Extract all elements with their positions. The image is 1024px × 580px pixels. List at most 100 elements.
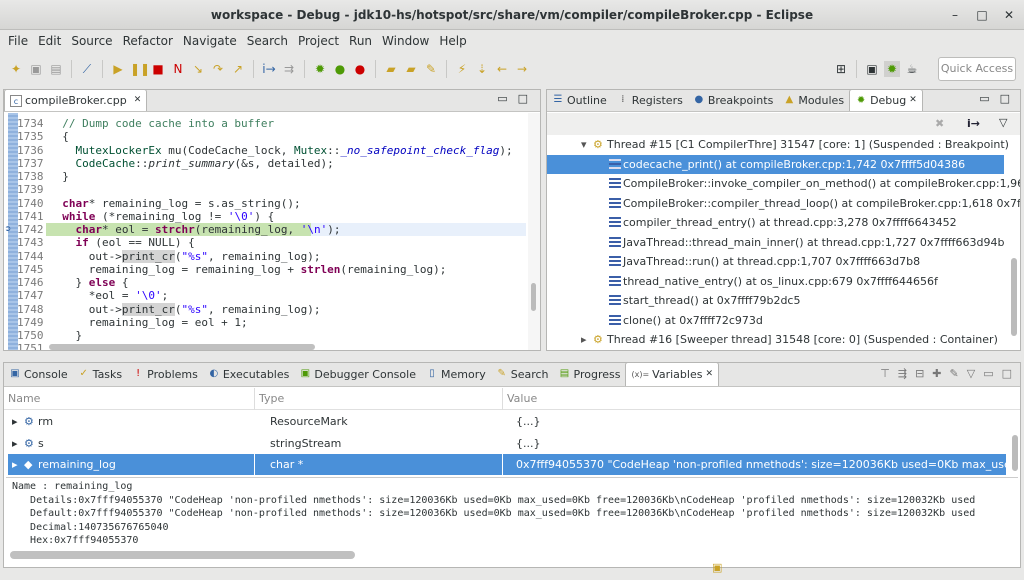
show-logical-structure-icon[interactable]: ⇶ <box>898 367 907 380</box>
forward-icon[interactable]: → <box>514 61 530 77</box>
close-tab-icon[interactable]: ✕ <box>909 90 917 111</box>
tab-debug[interactable]: ✹ Debug ✕ <box>849 90 923 111</box>
step-into-icon[interactable]: ↘ <box>190 61 206 77</box>
tab-modules[interactable]: ▲ Modules <box>778 90 849 111</box>
back-icon[interactable]: ← <box>494 61 510 77</box>
stack-frame[interactable]: CompileBroker::invoke_compiler_on_method… <box>547 174 1020 193</box>
maximize-icon[interactable]: □ <box>518 92 528 105</box>
stack-frame[interactable]: CompileBroker::compiler_thread_loop() at… <box>547 194 1020 213</box>
minimize-icon[interactable]: ▭ <box>979 92 989 105</box>
collapsed-icon[interactable]: ▸ <box>12 411 18 432</box>
next-annotation-icon[interactable]: ⇣ <box>474 61 490 77</box>
quick-access-input[interactable]: Quick Access <box>938 57 1016 81</box>
open-perspective-icon[interactable]: ⊞ <box>833 61 849 77</box>
resume-icon[interactable]: ▶ <box>110 61 126 77</box>
collapsed-icon[interactable]: ▸ <box>581 330 587 349</box>
stack-frame[interactable]: thread_native_entry() at os_linux.cpp:67… <box>547 272 1004 291</box>
stack-frame[interactable]: start_thread() at 0x7ffff79b2dc5 <box>547 291 1004 310</box>
tab-variables[interactable]: (x)= Variables ✕ <box>625 363 719 386</box>
debug-perspective-icon[interactable]: ✹ <box>884 61 900 77</box>
open-type-icon[interactable]: ▰ <box>403 61 419 77</box>
use-step-filters-icon[interactable]: ⇉ <box>281 61 297 77</box>
maximize-icon[interactable]: □ <box>1002 367 1012 380</box>
step-return-icon[interactable]: ↗ <box>230 61 246 77</box>
view-menu-icon[interactable]: ▽ <box>999 116 1007 129</box>
variable-row[interactable]: ▸ ⚙ rm ResourceMark {...} <box>8 411 1006 432</box>
debug-scrollbar[interactable] <box>1011 258 1017 336</box>
save-all-icon[interactable]: ▤ <box>48 61 64 77</box>
close-tab-icon[interactable]: ✕ <box>134 90 142 111</box>
open-folder-icon[interactable]: ▰ <box>383 61 399 77</box>
c-perspective-icon[interactable]: ▣ <box>864 61 880 77</box>
external-tools-icon[interactable]: ● <box>352 61 368 77</box>
new-icon[interactable]: ✦ <box>8 61 24 77</box>
thread-row[interactable]: ▸ ⚙ Thread #16 [Sweeper thread] 31548 [cor… <box>547 330 1004 349</box>
editor-scrollbar-thumb[interactable] <box>531 283 536 311</box>
menu-edit[interactable]: Edit <box>33 30 66 52</box>
tab-memory[interactable]: ▯ Memory <box>421 363 491 386</box>
minimize-icon[interactable]: ▭ <box>983 367 993 380</box>
stack-frame[interactable]: JavaThread::thread_main_inner() at threa… <box>547 233 1004 252</box>
tab-console[interactable]: ▣ Console <box>4 363 73 386</box>
tab-compilebroker-cpp[interactable]: c compileBroker.cpp ✕ <box>4 90 148 111</box>
maximize-window-button[interactable]: □ <box>975 8 989 22</box>
maximize-icon[interactable]: □ <box>1000 92 1010 105</box>
terminate-icon[interactable]: ■ <box>150 61 166 77</box>
tab-search[interactable]: ✎ Search <box>491 363 554 386</box>
collapsed-icon[interactable]: ▸ <box>12 433 18 454</box>
tab-debugger-console[interactable]: ▣ Debugger Console <box>294 363 421 386</box>
tab-progress[interactable]: ▤ Progress <box>554 363 626 386</box>
tab-breakpoints[interactable]: ● Breakpoints <box>688 90 779 111</box>
status-bar-icon[interactable]: ▣ <box>712 561 722 574</box>
column-type[interactable]: Type <box>254 388 288 410</box>
close-window-button[interactable]: ✕ <box>1002 8 1016 22</box>
skip-breakpoints-icon[interactable]: ⟋ <box>79 61 95 77</box>
show-type-names-icon[interactable]: ⊤ <box>880 367 890 380</box>
tab-problems[interactable]: ! Problems <box>127 363 203 386</box>
menu-refactor[interactable]: Refactor <box>118 30 178 52</box>
menu-help[interactable]: Help <box>434 30 471 52</box>
minimize-icon[interactable]: ▭ <box>497 92 507 105</box>
variable-row[interactable]: ▸ ⚙ s stringStream {...} <box>8 433 1006 454</box>
tab-tasks[interactable]: ✓ Tasks <box>73 363 127 386</box>
tab-registers[interactable]: ⁞ Registers <box>612 90 688 111</box>
run-icon[interactable]: ● <box>332 61 348 77</box>
menu-search[interactable]: Search <box>242 30 293 52</box>
view-menu-icon[interactable]: ▽ <box>967 367 975 380</box>
details-pane[interactable]: Name : remaining_log Details:0x7fff94055… <box>6 477 1018 553</box>
menu-project[interactable]: Project <box>293 30 344 52</box>
variable-row[interactable]: ▸ ◆ remaining_log char * 0x7fff94055370 "Cod… <box>8 454 1020 475</box>
thread-row[interactable]: ▾ ⚙ Thread #15 [C1 CompilerThre] 31547 [co… <box>547 135 1009 154</box>
remove-terminated-icon[interactable]: ✖ <box>935 117 944 130</box>
menu-window[interactable]: Window <box>377 30 434 52</box>
instruction-stepping-icon[interactable]: i→ <box>967 117 980 130</box>
editor-hscrollbar[interactable] <box>49 344 315 350</box>
annotation-icon[interactable]: ⚡ <box>454 61 470 77</box>
stack-frame[interactable]: clone() at 0x7ffff72c973d <box>547 311 1004 330</box>
column-name[interactable]: Name <box>8 392 40 405</box>
tab-outline[interactable]: ☰ Outline <box>547 90 612 111</box>
menu-source[interactable]: Source <box>66 30 117 52</box>
stack-frame[interactable]: codecache_print() at compileBroker.cpp:1… <box>547 154 1004 174</box>
minimize-window-button[interactable]: – <box>948 8 962 22</box>
add-global-variables-icon[interactable]: ✚ <box>932 367 941 380</box>
save-icon[interactable]: ▣ <box>28 61 44 77</box>
column-value[interactable]: Value <box>502 388 541 410</box>
remove-global-variables-icon[interactable]: ✎ <box>950 367 959 380</box>
close-tab-icon[interactable]: ✕ <box>705 364 713 385</box>
disconnect-icon[interactable]: N <box>170 61 186 77</box>
expanded-icon[interactable]: ▾ <box>581 135 587 154</box>
overview-ruler[interactable] <box>528 113 540 350</box>
tab-executables[interactable]: ◐ Executables <box>203 363 295 386</box>
collapsed-icon[interactable]: ▸ <box>12 454 18 475</box>
instruction-step-icon[interactable]: i→ <box>261 61 277 77</box>
code-area[interactable]: 1734 // Dump code cache into a buffer 173… <box>4 113 526 350</box>
menu-file[interactable]: File <box>3 30 33 52</box>
search-icon[interactable]: ✎ <box>423 61 439 77</box>
menu-run[interactable]: Run <box>344 30 377 52</box>
stack-frame[interactable]: JavaThread::run() at thread.cpp:1,707 0x… <box>547 252 1004 271</box>
step-over-icon[interactable]: ↷ <box>210 61 226 77</box>
variables-scrollbar[interactable] <box>1012 435 1018 471</box>
menu-navigate[interactable]: Navigate <box>178 30 242 52</box>
suspend-icon[interactable]: ❚❚ <box>130 61 150 77</box>
